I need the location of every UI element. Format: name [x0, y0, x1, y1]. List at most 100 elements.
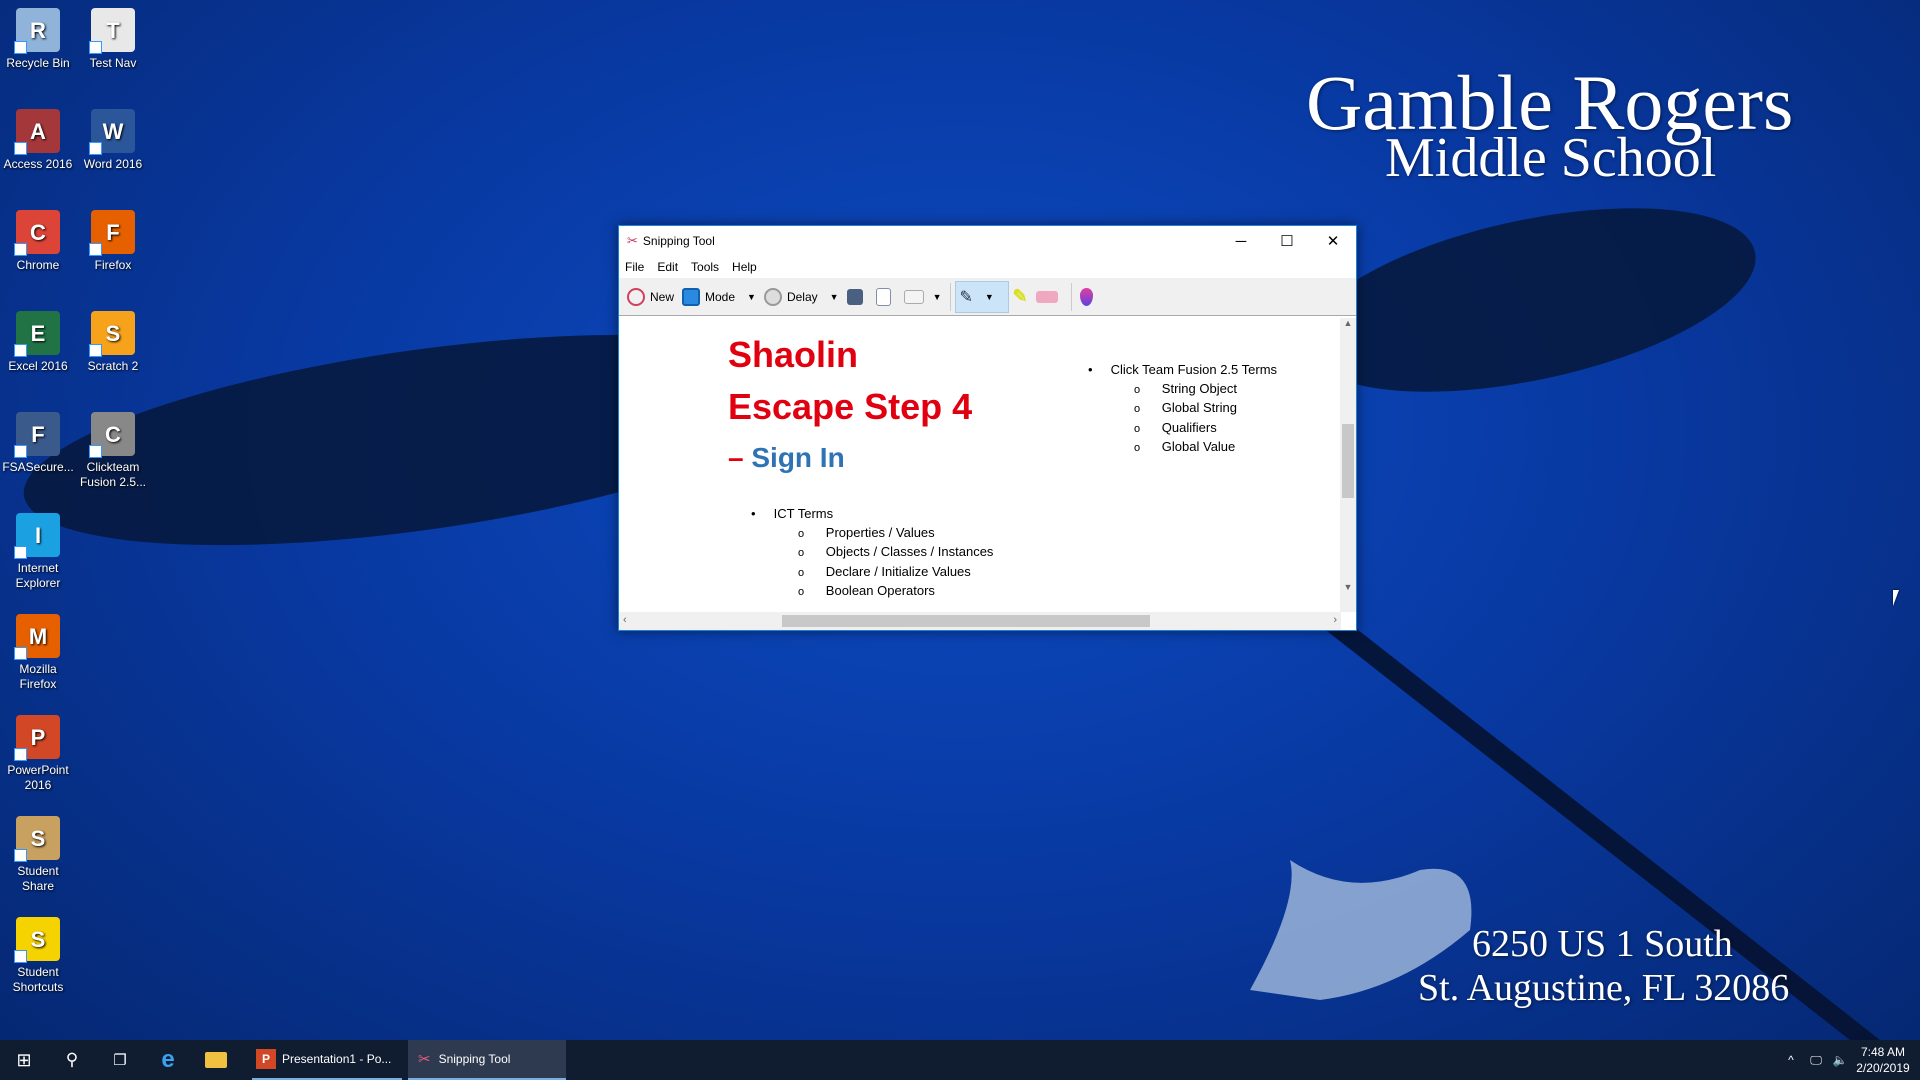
eraser-icon: [1035, 290, 1058, 303]
desktop-icon-label: Scratch 2: [87, 359, 139, 373]
powerpoint-icon: P: [14, 715, 60, 761]
list-item: o String Object: [1134, 381, 1237, 396]
menu-tools[interactable]: Tools: [691, 260, 719, 274]
list-item: o Declare / Initialize Values: [798, 563, 971, 579]
close-button[interactable]: ✕: [1310, 226, 1356, 256]
desktop-icon[interactable]: W Word 2016: [75, 109, 151, 172]
clock-time: 7:48 AM: [1860, 1045, 1906, 1059]
list-item: o Properties / Values: [798, 525, 935, 540]
desktop-icon[interactable]: M Mozilla Firefox: [0, 614, 76, 692]
snipping-tool-window: ✂ Snipping Tool ─ ☐ ✕ File Edit Tools He…: [618, 225, 1357, 631]
star-icon: S: [14, 917, 60, 963]
chevron-up-icon: ^: [1788, 1053, 1794, 1067]
access-icon: A: [14, 109, 60, 155]
list-item: o Global String: [1134, 400, 1237, 416]
folder-icon: [205, 1052, 227, 1068]
desktop-icon-label: Chrome: [16, 258, 60, 272]
copy-button[interactable]: [872, 281, 900, 313]
desktop-icon[interactable]: S Student Share: [0, 816, 76, 894]
snip-canvas[interactable]: Shaolin Escape Step 4 – Sign In • ICT Te…: [619, 318, 1341, 612]
horizontal-scrollbar[interactable]: ‹ ›: [619, 612, 1341, 630]
highlighter-button[interactable]: ✎: [1009, 281, 1032, 313]
network-button[interactable]: 🖵: [1804, 1040, 1828, 1080]
desktop-icon[interactable]: P PowerPoint 2016: [0, 715, 76, 793]
list-head-ict: • ICT Terms: [751, 506, 834, 521]
file-explorer-button[interactable]: [192, 1040, 240, 1080]
desktop-icon[interactable]: E Excel 2016: [0, 311, 76, 374]
pen-button[interactable]: ✎ ▼: [954, 280, 1009, 313]
search-button[interactable]: ⚲: [48, 1040, 96, 1080]
desktop-icon-label: Recycle Bin: [6, 56, 70, 70]
menu-file[interactable]: File: [625, 260, 644, 274]
paint3d-button[interactable]: [1076, 281, 1097, 313]
vertical-scroll-thumb[interactable]: [1342, 424, 1354, 498]
mode-button[interactable]: Mode ▼: [678, 281, 760, 313]
desktop-icon-label: Internet Explorer: [15, 561, 61, 590]
list-item: o Objects / Classes / Instances: [798, 544, 994, 560]
desktop-icon-label: Clickteam Fusion 2.5...: [79, 460, 147, 489]
list-head-ctf: • Click Team Fusion 2.5 Terms: [1088, 362, 1278, 377]
save-button[interactable]: [843, 281, 872, 313]
desktop-icon-label: Access 2016: [3, 157, 73, 171]
student-share-icon: S: [14, 816, 60, 862]
menu-edit[interactable]: Edit: [657, 260, 678, 274]
taskbar-app-snipping-tool[interactable]: ✂ Snipping Tool: [408, 1040, 566, 1080]
volume-button[interactable]: 🔈: [1828, 1040, 1852, 1080]
minimize-button[interactable]: ─: [1218, 226, 1264, 256]
task-view-icon: ❐: [113, 1052, 127, 1069]
clock[interactable]: 7:48 AM 2/20/2019: [1852, 1040, 1914, 1080]
school-name-line2: Middle School: [1385, 127, 1717, 189]
desktop-icon[interactable]: I Internet Explorer: [0, 513, 76, 591]
edge-button[interactable]: e: [144, 1040, 192, 1080]
taskbar-app-powerpoint[interactable]: P Presentation1 - Po...: [252, 1040, 402, 1080]
desktop-icon-label: Test Nav: [89, 56, 137, 70]
desktop-icon[interactable]: C Chrome: [0, 210, 76, 273]
horizontal-scroll-thumb[interactable]: [782, 615, 1150, 627]
mode-label: Mode: [705, 289, 736, 304]
desktop-icon[interactable]: A Access 2016: [0, 109, 76, 172]
edge-icon: e: [161, 1046, 175, 1073]
send-button[interactable]: ▼: [900, 281, 946, 313]
delay-label: Delay: [786, 289, 818, 304]
copy-icon: [875, 287, 891, 306]
recycle-bin-icon: R: [14, 8, 60, 54]
paint-drop-icon: [1079, 287, 1093, 306]
delay-button[interactable]: Delay ▼: [760, 281, 843, 313]
desktop-icon[interactable]: T Test Nav: [75, 8, 151, 71]
taskbar-app-label: Snipping Tool: [438, 1052, 511, 1066]
mode-icon: [682, 287, 701, 306]
chrome-icon: C: [14, 210, 60, 256]
desktop-icon-label: Excel 2016: [8, 359, 68, 373]
doc-subtitle: – Sign In: [728, 442, 845, 473]
chevron-down-icon: ▼: [984, 291, 994, 302]
task-view-button[interactable]: ❐: [96, 1040, 144, 1080]
word-icon: W: [89, 109, 135, 155]
title-bar[interactable]: ✂ Snipping Tool ─ ☐ ✕: [619, 226, 1356, 256]
list-item: o Qualifiers: [1134, 419, 1217, 435]
maximize-button[interactable]: ☐: [1264, 226, 1310, 256]
firefox-icon: F: [89, 210, 135, 256]
desktop-icon[interactable]: F Firefox: [75, 210, 151, 273]
chevron-down-icon: ▼: [747, 291, 756, 302]
desktop-icon[interactable]: S Scratch 2: [75, 311, 151, 374]
show-hidden-icons-button[interactable]: ^: [1780, 1040, 1802, 1080]
start-button[interactable]: ⊞: [0, 1040, 48, 1080]
list-item: o Boolean Operators: [798, 583, 935, 599]
desktop-icon-label: Student Share: [17, 864, 59, 893]
envelope-icon: [903, 289, 924, 304]
menu-help[interactable]: Help: [732, 260, 757, 274]
desktop-icon[interactable]: S Student Shortcuts: [0, 917, 76, 995]
desktop-icon[interactable]: F FSASecure...: [0, 412, 76, 475]
eraser-button[interactable]: [1032, 281, 1067, 313]
desktop-icon-label: Mozilla Firefox: [19, 662, 57, 691]
new-button[interactable]: New: [623, 281, 678, 313]
desktop-icon[interactable]: R Recycle Bin: [0, 8, 76, 71]
scissors-icon: ✂: [418, 1051, 431, 1068]
scratch-icon: S: [89, 311, 135, 357]
desktop-icon[interactable]: C Clickteam Fusion 2.5...: [75, 412, 151, 490]
clickteam-icon: C: [89, 412, 135, 458]
desktop-icon-label: Student Shortcuts: [12, 965, 64, 994]
testnav-icon: T: [89, 8, 135, 54]
vertical-scrollbar[interactable]: ▲ ▼: [1340, 318, 1356, 612]
search-icon: ⚲: [65, 1050, 79, 1069]
